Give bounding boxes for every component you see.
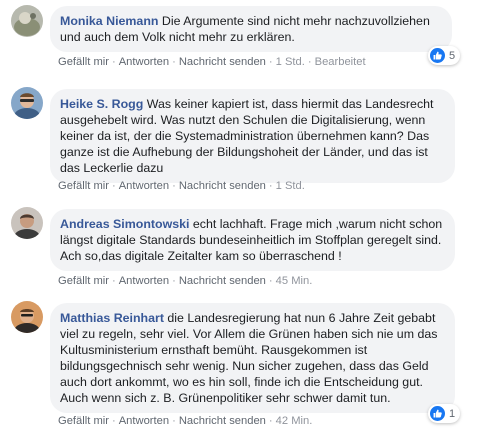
separator: · [111, 415, 116, 427]
separator: · [268, 275, 273, 287]
comment-bubble: Monika Niemann Die Argumente sind nicht … [50, 6, 452, 52]
reply-link[interactable]: Antworten [119, 180, 169, 192]
comment-actions: Gefällt mir · Antworten · Nachricht senden · 1… [58, 180, 305, 192]
timestamp[interactable]: 1 Std. [276, 180, 305, 192]
send-message-link[interactable]: Nachricht senden [179, 56, 266, 68]
comment-bubble: Heike S. Rogg Was keiner kapiert ist, da… [50, 89, 455, 183]
like-link[interactable]: Gefällt mir [58, 56, 109, 68]
timestamp[interactable]: 1 Std. [276, 56, 305, 68]
separator: · [172, 180, 176, 192]
separator: · [111, 180, 116, 192]
comment-author[interactable]: Heike S. Rogg [60, 97, 143, 111]
comment-bubble: Andreas Simontowski echt lachhaft. Frage… [50, 209, 455, 271]
reaction-summary[interactable]: 1 [428, 404, 461, 423]
comment-author[interactable]: Matthias Reinhart [60, 311, 164, 325]
edited-label: Bearbeitet [314, 56, 366, 68]
separator: · [268, 415, 273, 427]
comment-actions: Gefällt mir · Antworten · Nachricht senden · 4… [58, 275, 312, 287]
like-link[interactable]: Gefällt mir [58, 180, 109, 192]
comment-text: die Landesregierung hat nun 6 Jahre Zeit… [60, 311, 438, 405]
separator: · [111, 275, 116, 287]
avatar[interactable] [11, 301, 43, 333]
avatar[interactable] [11, 207, 43, 239]
reaction-count: 5 [449, 49, 456, 62]
thumbs-up-icon [430, 406, 445, 421]
comment-actions: Gefällt mir · Antworten · Nachricht senden · 4… [58, 415, 312, 427]
separator: · [172, 56, 176, 68]
timestamp[interactable]: 45 Min. [276, 275, 313, 287]
comment-author[interactable]: Monika Niemann [60, 14, 158, 28]
separator: · [172, 415, 176, 427]
timestamp[interactable]: 42 Min. [276, 415, 313, 427]
separator: · [268, 180, 273, 192]
like-link[interactable]: Gefällt mir [58, 415, 109, 427]
send-message-link[interactable]: Nachricht senden [179, 180, 266, 192]
separator: · [307, 56, 312, 68]
reply-link[interactable]: Antworten [119, 56, 169, 68]
thumbs-up-icon [430, 48, 445, 63]
reply-link[interactable]: Antworten [119, 275, 169, 287]
reply-link[interactable]: Antworten [119, 415, 169, 427]
send-message-link[interactable]: Nachricht senden [179, 415, 266, 427]
comment-author[interactable]: Andreas Simontowski [60, 217, 189, 231]
send-message-link[interactable]: Nachricht senden [179, 275, 266, 287]
reaction-summary[interactable]: 5 [428, 46, 461, 65]
separator: · [268, 56, 273, 68]
separator: · [111, 56, 116, 68]
avatar[interactable] [11, 5, 43, 37]
reaction-count: 1 [449, 407, 456, 420]
comment-bubble: Matthias Reinhart die Landesregierung ha… [50, 303, 455, 413]
comment-actions: Gefällt mir · Antworten · Nachricht senden · 1… [58, 56, 366, 68]
like-link[interactable]: Gefällt mir [58, 275, 109, 287]
separator: · [172, 275, 176, 287]
avatar[interactable] [11, 87, 43, 119]
